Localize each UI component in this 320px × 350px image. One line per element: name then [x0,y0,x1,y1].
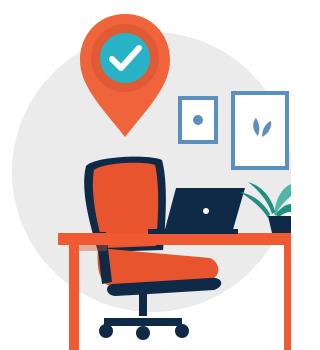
remote-workspace-illustration [12,14,291,350]
wall-frame-dot [178,96,218,144]
checkmark-icon [100,33,150,83]
wall-frame-leaf [231,91,289,170]
